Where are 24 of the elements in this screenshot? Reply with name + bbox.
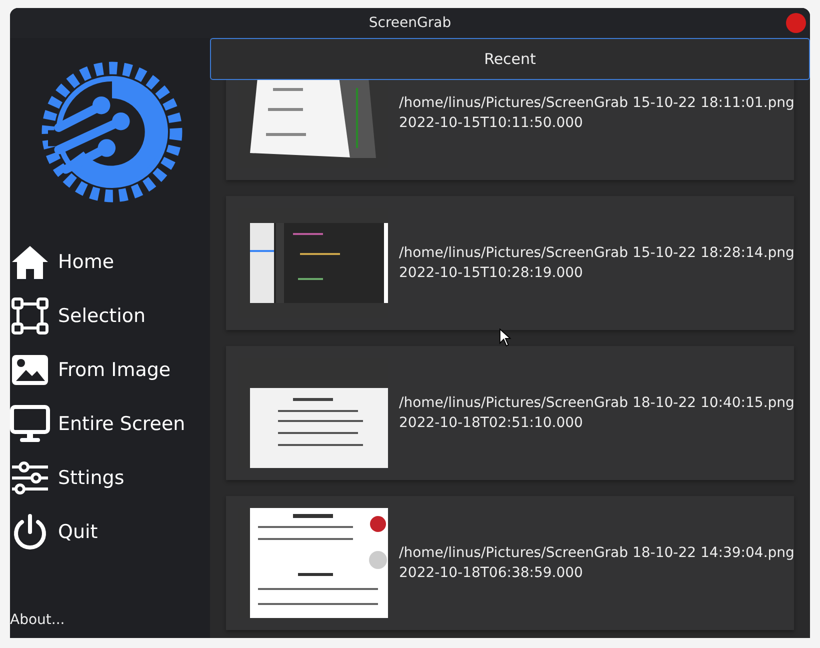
file-path: /home/linus/Pictures/ScreenGrab 15-10-22 18:28:14.png bbox=[399, 245, 794, 261]
timestamp: 2022-10-15T10:11:50.000 bbox=[399, 115, 584, 131]
recent-card[interactable]: /home/linus/Pictures/ScreenGrab 18-10-22 14:39:04.png 2022-10-18T06:38:59.000 bbox=[226, 496, 794, 630]
file-path: /home/linus/Pictures/ScreenGrab 18-10-22 14:39:04.png bbox=[399, 545, 794, 561]
recent-card[interactable]: /home/linus/Pictures/ScreenGrab 18-10-22 10:40:15.png 2022-10-18T02:51:10.000 bbox=[226, 346, 794, 480]
sidebar-item[interactable]: Selection bbox=[10, 296, 210, 336]
sidebar-item[interactable]: From Image bbox=[10, 350, 210, 390]
sidebar-item[interactable]: Home bbox=[10, 242, 210, 282]
sidebar-item[interactable]: Quit bbox=[10, 512, 210, 552]
monitor-icon bbox=[10, 404, 50, 444]
timestamp: 2022-10-15T10:28:19.000 bbox=[399, 265, 584, 281]
sidebar-item[interactable]: Entire Screen bbox=[10, 404, 210, 444]
timestamp: 2022-10-18T02:51:10.000 bbox=[399, 415, 584, 431]
mouse-pointer-icon bbox=[499, 328, 512, 347]
window-title: ScreenGrab bbox=[368, 15, 452, 31]
file-path: /home/linus/Pictures/ScreenGrab 18-10-22 10:40:15.png bbox=[399, 395, 794, 411]
recent-header[interactable]: Recent bbox=[210, 38, 810, 80]
about-link[interactable]: About... bbox=[10, 612, 210, 628]
recent-card[interactable]: /home/linus/Pictures/ScreenGrab 15-10-22 18:11:01.png 2022-10-15T10:11:50.000 bbox=[226, 80, 794, 180]
file-path: /home/linus/Pictures/ScreenGrab 15-10-22 18:11:01.png bbox=[399, 95, 794, 111]
close-button[interactable] bbox=[786, 13, 806, 33]
timestamp: 2022-10-18T06:38:59.000 bbox=[399, 565, 584, 581]
sidebar-item[interactable]: Sttings bbox=[10, 458, 210, 498]
recent-card[interactable]: /home/linus/Pictures/ScreenGrab 15-10-22 18:28:14.png 2022-10-15T10:28:19.000 bbox=[226, 196, 794, 330]
